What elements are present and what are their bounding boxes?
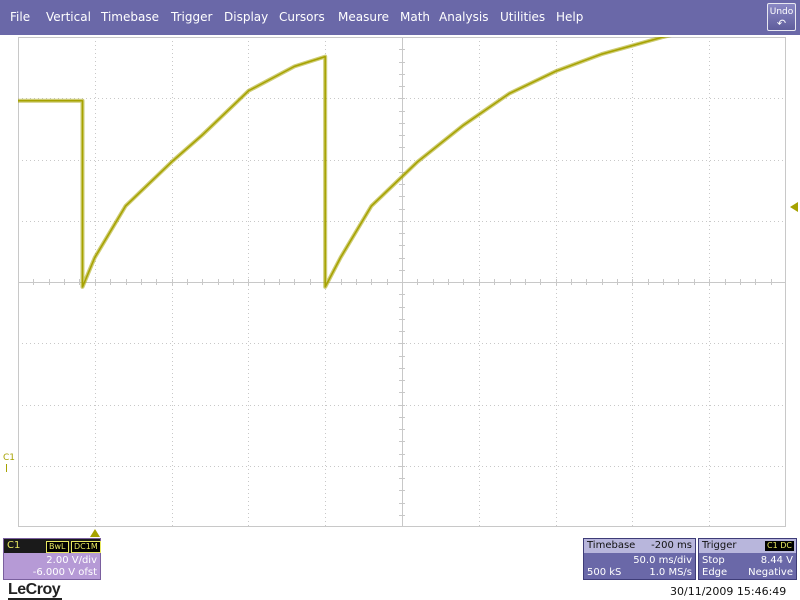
channel-name: C1 [7, 540, 21, 551]
bandwidth-limit-badge: BwL [46, 541, 69, 553]
menu-trigger[interactable]: Trigger [171, 10, 212, 24]
menu-bar: File Vertical Timebase Trigger Display Cursor… [0, 0, 800, 35]
acquisition-timestamp: 30/11/2009 15:46:49 [670, 585, 787, 598]
undo-button[interactable]: Undo ↶ [767, 3, 796, 31]
sample-rate: 1.0 MS/s [649, 567, 692, 578]
trigger-source-badge: C1 DC [765, 541, 794, 551]
volts-per-div: 2.00 V/div [46, 555, 97, 566]
channel-ground-tick [6, 464, 7, 472]
trigger-slope: Negative [748, 567, 793, 578]
trigger-type: Edge [702, 567, 728, 578]
channel-ground-marker[interactable]: C1 [3, 453, 15, 463]
menu-vertical[interactable]: Vertical [46, 10, 91, 24]
trigger-panel-header: Trigger C1 DC [699, 539, 796, 553]
sample-count: 500 kS [587, 567, 622, 578]
menu-math[interactable]: Math [400, 10, 430, 24]
trigger-level: 8.44 V [760, 555, 793, 566]
menu-cursors[interactable]: Cursors [279, 10, 325, 24]
trigger-panel[interactable]: Trigger C1 DC Stop 8.44 V Edge Negative [698, 538, 797, 580]
lecroy-logo: LeCroy [8, 581, 61, 598]
timebase-title: Timebase [587, 540, 636, 551]
channel-c1-panel[interactable]: C1 BwL DC1M 2.00 V/div -6.000 V ofst [3, 538, 101, 580]
undo-arrow-icon: ↶ [776, 17, 787, 30]
timebase-panel[interactable]: Timebase -200 ms 50.0 ms/div 500 kS 1.0 … [583, 538, 696, 580]
menu-analysis[interactable]: Analysis [439, 10, 488, 24]
menu-help[interactable]: Help [556, 10, 583, 24]
menu-utilities[interactable]: Utilities [500, 10, 545, 24]
coupling-badge: DC1M [71, 541, 101, 553]
trigger-position-arrow-icon[interactable] [90, 529, 100, 537]
channel-offset: -6.000 V ofst [32, 567, 97, 578]
trigger-mode: Stop [702, 555, 725, 566]
channel-panel-header: C1 BwL DC1M [4, 539, 101, 553]
waveform-display[interactable] [18, 37, 786, 527]
menu-measure[interactable]: Measure [338, 10, 389, 24]
menu-timebase[interactable]: Timebase [101, 10, 159, 24]
timebase-delay: -200 ms [651, 540, 692, 551]
menu-file[interactable]: File [10, 10, 30, 24]
trigger-title: Trigger [702, 540, 737, 551]
timebase-panel-header: Timebase -200 ms [584, 539, 695, 553]
waveform-grid [18, 37, 786, 527]
menu-display[interactable]: Display [224, 10, 268, 24]
trigger-level-arrow-icon[interactable] [790, 202, 798, 212]
time-per-div: 50.0 ms/div [633, 555, 692, 566]
